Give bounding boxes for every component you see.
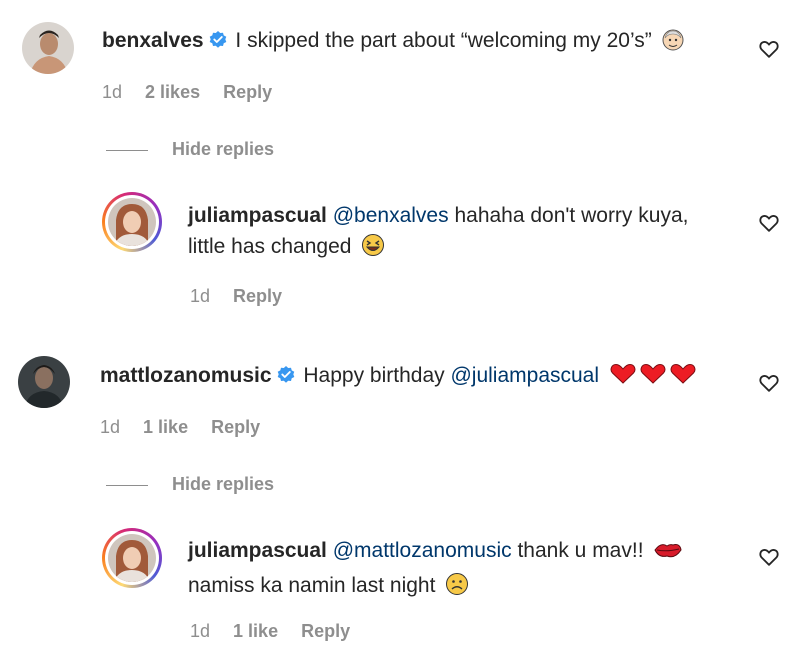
username[interactable]: mattlozanomusic [100, 364, 272, 387]
mention-link[interactable]: @benxalves [333, 204, 449, 227]
mention-link[interactable]: @juliampascual [450, 364, 599, 387]
likes-count[interactable]: 1 like [233, 621, 278, 641]
comment-text-line1: hahaha don't worry kuya, [454, 204, 689, 227]
timestamp: 1d [102, 82, 123, 102]
comment-body: juliampascual @benxalves hahaha don't wo… [188, 200, 748, 266]
hide-replies-label: Hide replies [172, 474, 275, 494]
hide-replies-button[interactable]: Hide replies [106, 474, 274, 495]
username[interactable]: benxalves [102, 29, 204, 52]
like-heart-icon[interactable] [758, 546, 780, 568]
comment-text: I skipped the part about “welcoming my 2… [235, 29, 652, 52]
hide-replies-label: Hide replies [172, 139, 275, 159]
likes-count[interactable]: 2 likes [145, 82, 200, 102]
comment-text-line2: namiss ka namin last night [188, 574, 436, 597]
comment-text: Happy birthday [303, 364, 445, 387]
verified-badge-icon [276, 363, 296, 383]
comment-meta: 1d 1 like Reply [100, 417, 278, 438]
avatar-juliampascual[interactable] [102, 192, 162, 252]
verified-badge-icon [208, 28, 228, 48]
likes-count[interactable]: 1 like [143, 417, 188, 437]
timestamp: 1d [100, 417, 121, 437]
reply-button[interactable]: Reply [301, 621, 350, 641]
username[interactable]: juliampascual [188, 539, 327, 562]
timestamp: 1d [190, 286, 211, 306]
comment-text-line2: little has changed [188, 235, 352, 258]
comment-body: mattlozanomusic Happy birthday @juliampa… [100, 360, 699, 395]
frowning-face-emoji-icon [445, 572, 469, 605]
comment-body: juliampascual @mattlozanomusic thank u m… [188, 535, 748, 605]
comment-text-line1: thank u mav!! [517, 539, 644, 562]
divider [106, 149, 148, 151]
comment-meta: 1d 1 like Reply [190, 621, 368, 642]
divider [106, 484, 148, 486]
reply-button[interactable]: Reply [223, 82, 272, 102]
like-heart-icon[interactable] [758, 38, 780, 60]
comment-meta: 1d 2 likes Reply [102, 82, 290, 103]
like-heart-icon[interactable] [758, 212, 780, 234]
timestamp: 1d [190, 621, 211, 641]
avatar-mattlozanomusic[interactable] [18, 356, 70, 408]
comment-body: benxalves I skipped the part about “welc… [102, 25, 684, 60]
kiss-lips-emoji-icon [653, 539, 683, 570]
hide-replies-button[interactable]: Hide replies [106, 139, 274, 160]
avatar-juliampascual[interactable] [102, 528, 162, 588]
reply-button[interactable]: Reply [211, 417, 260, 437]
laughing-emoji-icon [361, 233, 385, 266]
username[interactable]: juliampascual [188, 204, 327, 227]
red-hearts-emoji-icon [609, 362, 699, 395]
older-person-emoji-icon [662, 29, 684, 60]
comment-meta: 1d Reply [190, 286, 300, 307]
like-heart-icon[interactable] [758, 372, 780, 394]
mention-link[interactable]: @mattlozanomusic [333, 539, 512, 562]
reply-button[interactable]: Reply [233, 286, 282, 306]
avatar-benxalves[interactable] [22, 22, 74, 74]
